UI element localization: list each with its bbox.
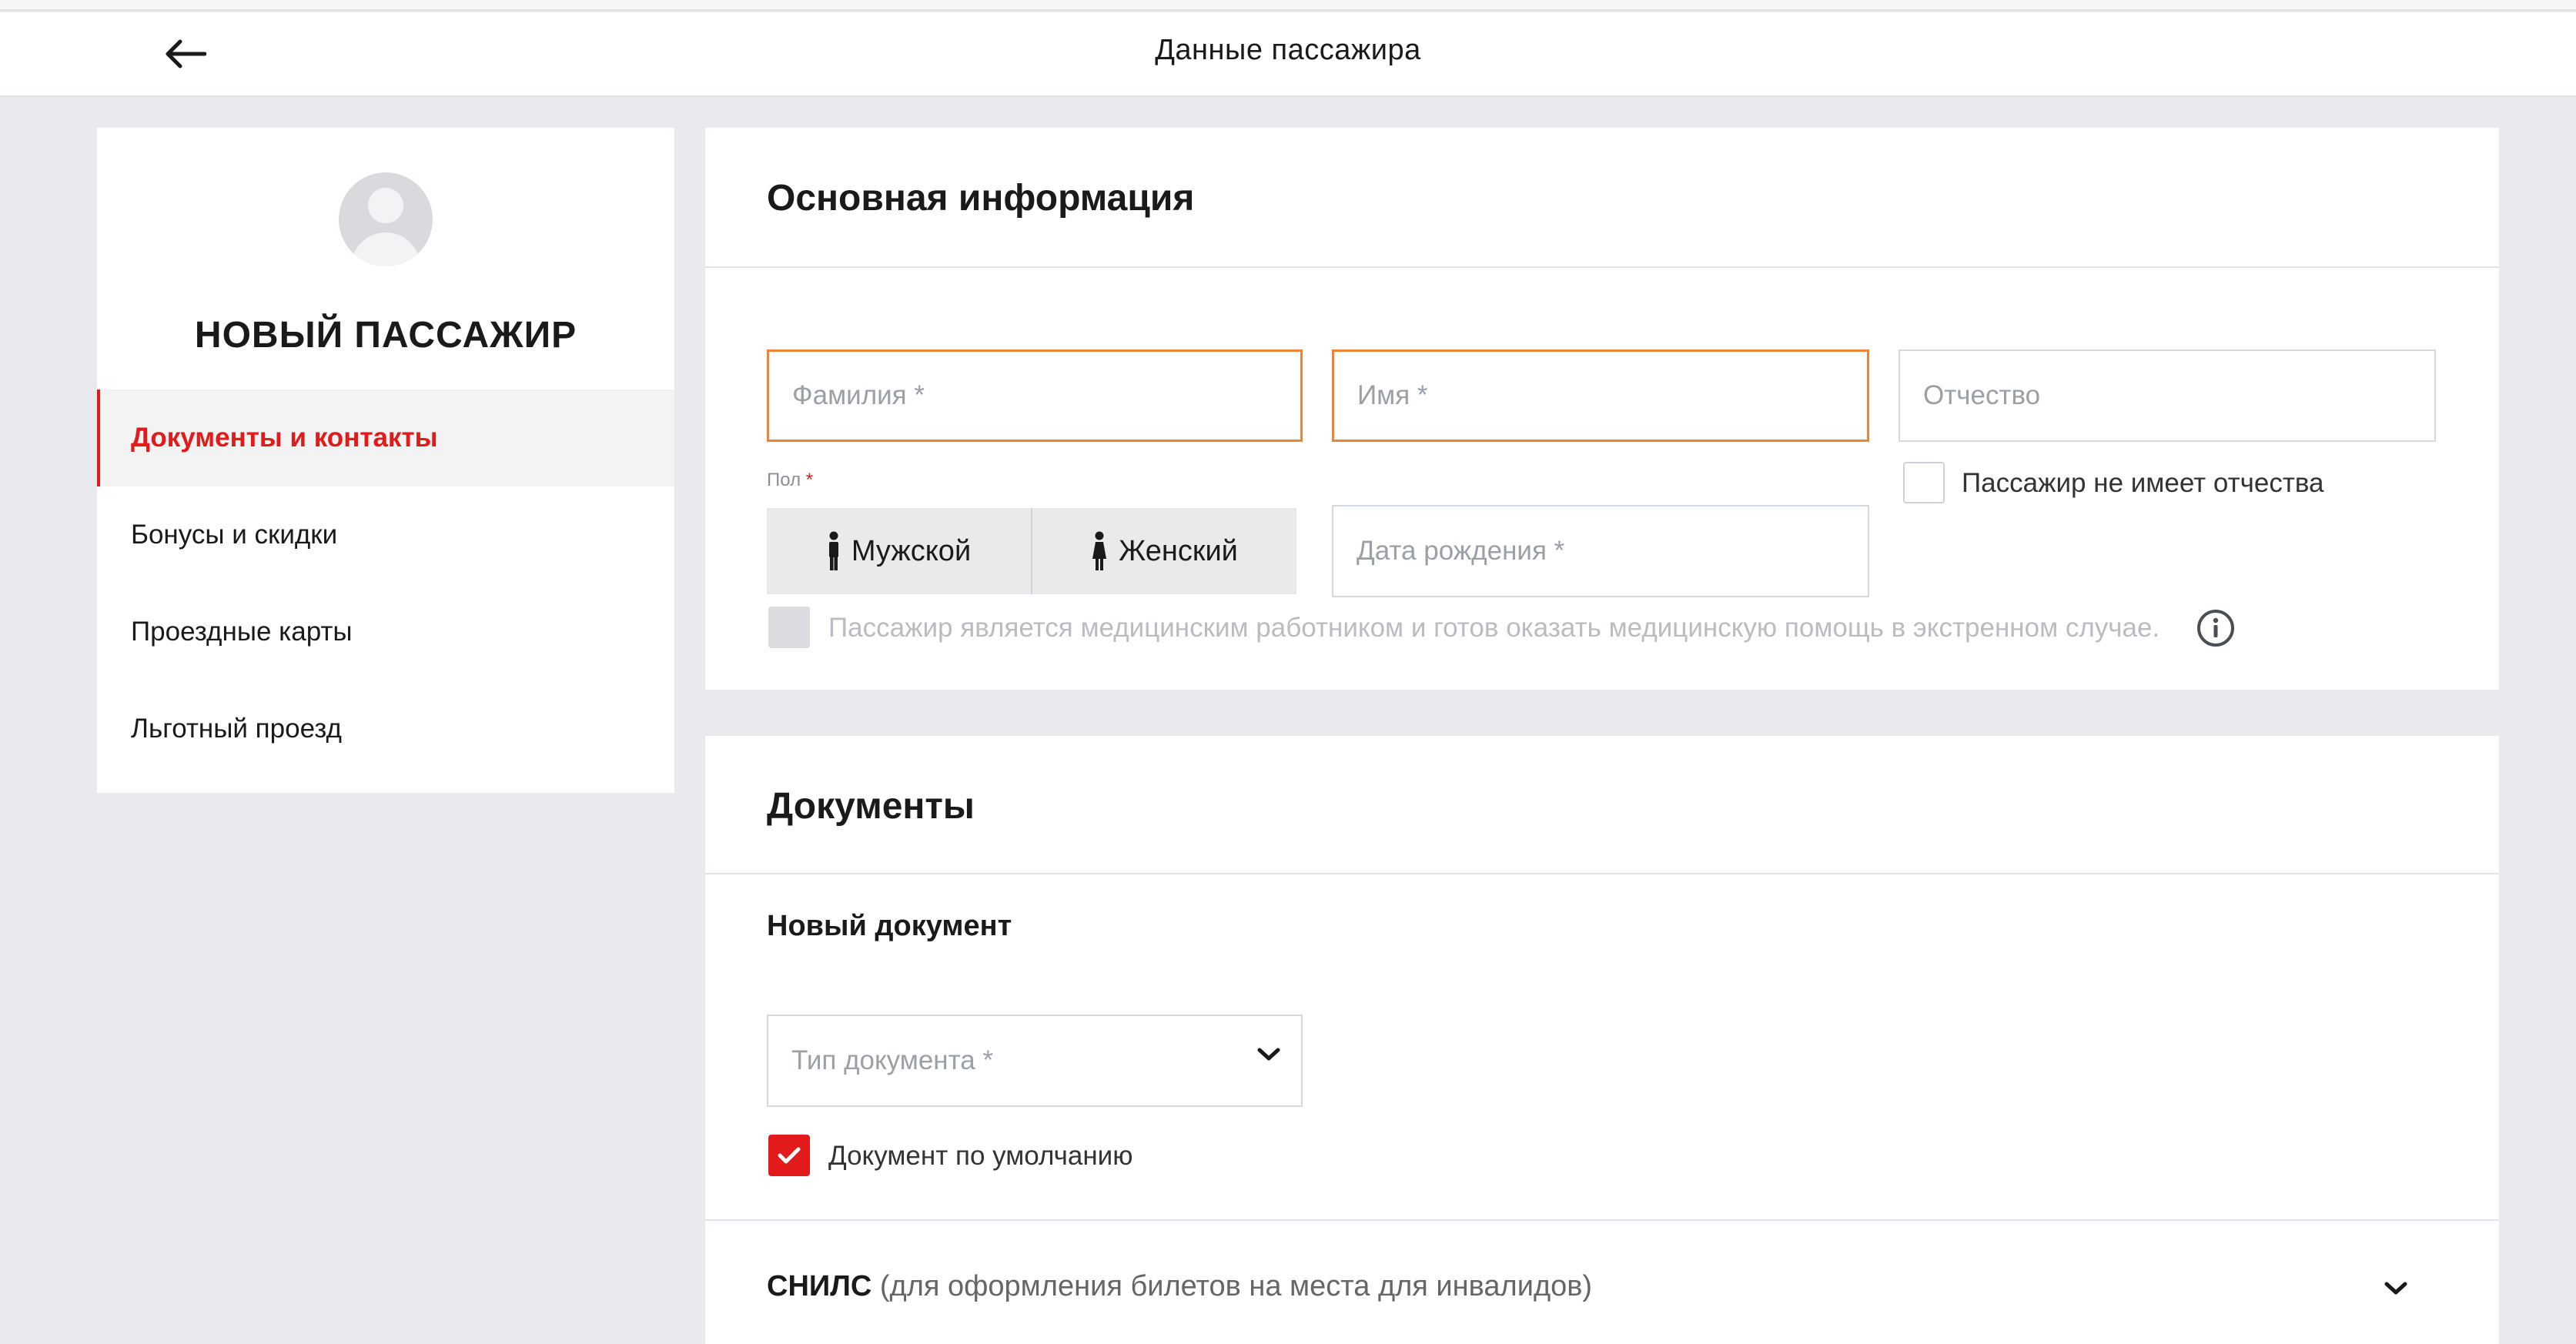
gender-male-button[interactable]: Мужской [767,508,1031,594]
passenger-sidebar: НОВЫЙ ПАССАЖИР Документы и контакты Бону… [97,128,674,793]
document-type-select[interactable]: Тип документа * [767,1015,1303,1107]
snils-note: (для оформления билетов на места для инв… [879,1270,1593,1302]
page-title: Данные пассажира [1155,34,1421,66]
medical-worker-checkbox[interactable] [768,607,810,648]
birthdate-placeholder: Дата рождения * [1357,536,1565,566]
birthdate-field[interactable]: Дата рождения * [1332,505,1869,597]
sidebar-item-benefits[interactable]: Льготный проезд [97,680,674,777]
required-marker: * [805,470,814,490]
first-name-field[interactable]: Имя * [1332,349,1869,442]
divider [705,266,2499,268]
passenger-name: НОВЫЙ ПАССАЖИР [194,315,577,356]
window-top-strip [0,0,2576,11]
default-document-checkbox[interactable] [768,1135,810,1176]
surname-placeholder: Фамилия * [792,380,925,410]
sidebar-item-bonuses[interactable]: Бонусы и скидки [97,486,674,583]
avatar [339,172,433,266]
patronymic-placeholder: Отчество [1923,380,2041,410]
gender-label: Пол * [767,470,814,490]
snils-section-header[interactable]: СНИЛС (для оформления билетов на места д… [767,1270,1592,1303]
no-patronymic-label: Пассажир не имеет отчества [1962,468,2324,498]
page-header: Данные пассажира [0,12,2576,97]
section-title: Основная информация [767,178,1195,219]
chevron-down-icon[interactable] [2384,1281,2408,1296]
male-icon [828,531,838,570]
gender-male-label: Мужской [851,534,972,567]
no-patronymic-checkbox[interactable] [1903,462,1945,503]
medical-worker-label: Пассажир является медицинским работником… [828,613,2160,643]
section-title: Документы [767,786,975,827]
female-icon [1092,531,1107,570]
chevron-down-icon [1257,1048,1280,1061]
new-document-title: Новый документ [767,910,1012,942]
gender-female-label: Женский [1119,534,1238,567]
default-document-label: Документ по умолчанию [828,1141,1133,1171]
document-type-placeholder: Тип документа * [791,1045,994,1075]
gender-female-button[interactable]: Женский [1031,508,1296,594]
main-info-card: Основная информация Фамилия * Имя * Отче… [705,128,2499,690]
divider [705,873,2499,874]
sidebar-item-travel-cards[interactable]: Проездные карты [97,583,674,680]
sidebar-item-label: Льготный проезд [131,714,342,744]
sidebar-item-label: Бонусы и скидки [131,520,338,550]
checkmark-icon [778,1147,801,1164]
patronymic-field[interactable]: Отчество [1899,349,2436,442]
snils-title: СНИЛС [767,1270,872,1302]
first-name-placeholder: Имя * [1357,380,1428,410]
gender-selector: Мужской Женский [767,508,1296,594]
sidebar-item-label: Проездные карты [131,617,353,647]
info-icon[interactable] [2196,608,2236,648]
sidebar-item-documents[interactable]: Документы и контакты [97,389,674,486]
surname-field[interactable]: Фамилия * [767,349,1303,442]
documents-card: Документы Новый документ Тип документа *… [705,736,2499,1344]
divider [705,1219,2499,1221]
sidebar-item-label: Документы и контакты [131,423,438,453]
